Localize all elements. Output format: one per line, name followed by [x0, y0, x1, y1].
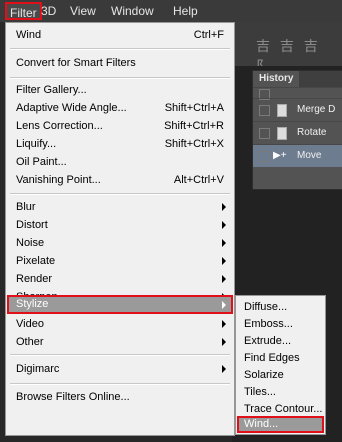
menu-item-adaptive-wide-angle[interactable]: Adaptive Wide Angle... Shift+Ctrl+A [8, 99, 232, 117]
menu-item-label: Vanishing Point... [16, 174, 101, 186]
document-icon [277, 127, 287, 140]
menu-item-label: Filter Gallery... [16, 84, 87, 96]
menu-item-pixelate[interactable]: Pixelate [8, 252, 232, 270]
submenu-arrow-icon [222, 239, 226, 247]
submenu-arrow-icon [222, 257, 226, 265]
menu-item-stylize[interactable]: Stylize [7, 295, 233, 314]
menu-item-label: Liquify... [16, 138, 57, 150]
shortcut: Shift+Ctrl+A [164, 102, 224, 114]
menu-item-label: Adaptive Wide Angle... [16, 102, 127, 114]
menu-item-label: Distort [16, 219, 48, 231]
menu-item-label: Pixelate [16, 255, 56, 267]
menu-item-browse-filters-online[interactable]: Browse Filters Online... [8, 388, 232, 406]
submenu-arrow-icon [222, 320, 226, 328]
submenu-arrow-icon [222, 365, 226, 373]
menu-item-label: Noise [16, 237, 45, 249]
stylize-submenu: Diffuse... Emboss... Extrude... Find Edg… [235, 295, 326, 435]
menu-item-wind[interactable]: Wind Ctrl+F [8, 26, 232, 44]
menu-item-label: Wind... [244, 418, 279, 430]
menu-item-vanishing-point[interactable]: Vanishing Point... Alt+Ctrl+V [8, 171, 232, 189]
shortcut: Ctrl+F [193, 29, 224, 41]
submenu-item-wind[interactable]: Wind... [237, 416, 324, 433]
menu-item-label: Oil Paint... [16, 156, 67, 168]
history-row[interactable]: Rotate [253, 121, 342, 144]
menu-filter[interactable]: Filter [5, 2, 42, 20]
menu-item-digimarc[interactable]: Digimarc [8, 360, 232, 378]
history-row-selected[interactable]: ▶+ Move [253, 144, 342, 167]
menu-item-video[interactable]: Video [8, 315, 232, 333]
menu-item-label: Convert for Smart Filters [16, 57, 136, 69]
submenu-arrow-icon [222, 275, 226, 283]
menu-view[interactable]: View [70, 4, 96, 18]
history-row-label: Move [297, 150, 322, 161]
submenu-arrow-icon [222, 301, 226, 309]
menu-item-lens-correction[interactable]: Lens Correction... Shift+Ctrl+R [8, 117, 232, 135]
menu-window[interactable]: Window [111, 4, 154, 18]
menu-item-label: Lens Correction... [16, 120, 103, 132]
history-row-partial[interactable] [253, 87, 342, 100]
shortcut: Shift+Ctrl+X [164, 138, 224, 150]
history-tab[interactable]: History [253, 71, 300, 87]
menu-item-label: Blur [16, 201, 36, 213]
snapshot-checkbox[interactable] [259, 105, 270, 116]
menubar: Filter 3D View Window Help [0, 0, 342, 22]
history-row-label: Merge D [297, 104, 336, 115]
shortcut: Alt+Ctrl+V [173, 174, 224, 186]
submenu-arrow-icon [222, 221, 226, 229]
menu-3d[interactable]: 3D [41, 4, 56, 18]
document-icon [277, 104, 287, 117]
menu-item-convert-smart-filters[interactable]: Convert for Smart Filters [8, 54, 232, 72]
menu-help[interactable]: Help [173, 4, 198, 18]
menu-item-noise[interactable]: Noise [8, 234, 232, 252]
history-row[interactable]: Merge D [253, 98, 342, 121]
history-panel: History Merge D Rotate ▶+ Move [252, 70, 342, 190]
separator [10, 193, 230, 195]
menu-item-label: Digimarc [16, 363, 60, 375]
menu-item-other[interactable]: Other [8, 333, 232, 351]
snapshot-checkbox[interactable] [259, 151, 270, 162]
menu-item-distort[interactable]: Distort [8, 216, 232, 234]
submenu-arrow-icon [222, 338, 226, 346]
menu-item-render[interactable]: Render [8, 270, 232, 288]
menu-item-label: Other [16, 336, 44, 348]
options-bar: 吉 吉 吉 阝 [232, 22, 342, 74]
menu-item-label: Render [16, 273, 53, 285]
filter-menu: Wind Ctrl+F Convert for Smart Filters Fi… [5, 22, 235, 436]
menu-item-label: Stylize [16, 298, 49, 310]
separator [10, 77, 230, 79]
menu-item-label: Video [16, 318, 44, 330]
separator [10, 354, 230, 356]
menu-item-filter-gallery[interactable]: Filter Gallery... [8, 81, 232, 99]
history-tabbar: History [253, 71, 342, 87]
history-row-label: Rotate [297, 127, 327, 138]
separator [10, 383, 230, 385]
menu-item-oil-paint[interactable]: Oil Paint... [8, 153, 232, 171]
submenu-arrow-icon [222, 203, 226, 211]
shortcut: Shift+Ctrl+R [164, 120, 224, 132]
menu-item-blur[interactable]: Blur [8, 198, 232, 216]
move-tool-icon: ▶+ [273, 150, 287, 161]
snapshot-checkbox[interactable] [259, 128, 270, 139]
menu-item-label: Browse Filters Online... [16, 391, 130, 403]
separator [10, 48, 230, 50]
menu-item-liquify[interactable]: Liquify... Shift+Ctrl+X [8, 135, 232, 153]
menu-item-label: Wind [16, 29, 42, 41]
